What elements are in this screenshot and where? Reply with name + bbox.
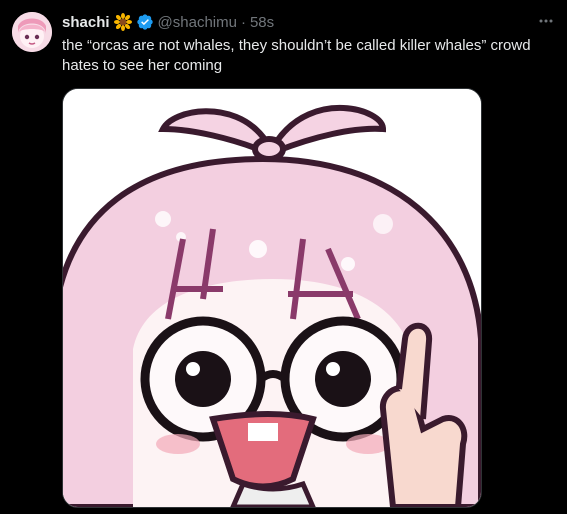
tweet-image[interactable] xyxy=(62,88,482,508)
author-handle[interactable]: @shachimu xyxy=(158,14,237,31)
more-options-icon[interactable] xyxy=(537,12,555,30)
author-name[interactable]: shachi xyxy=(62,14,110,31)
tweet-text: the “orcas are not whales, they shouldn’… xyxy=(62,37,531,74)
tweet[interactable]: shachi @shachimu · 58s the “orcas are no… xyxy=(0,0,567,514)
sunflower-emoji-icon xyxy=(113,13,132,31)
avatar[interactable] xyxy=(12,12,52,52)
anime-girl-pointing-image xyxy=(63,89,481,507)
verified-badge-icon[interactable] xyxy=(136,13,154,31)
separator-dot: · xyxy=(240,13,246,31)
timestamp[interactable]: 58s xyxy=(250,14,274,31)
tweet-header: shachi @shachimu · 58s xyxy=(62,11,274,33)
